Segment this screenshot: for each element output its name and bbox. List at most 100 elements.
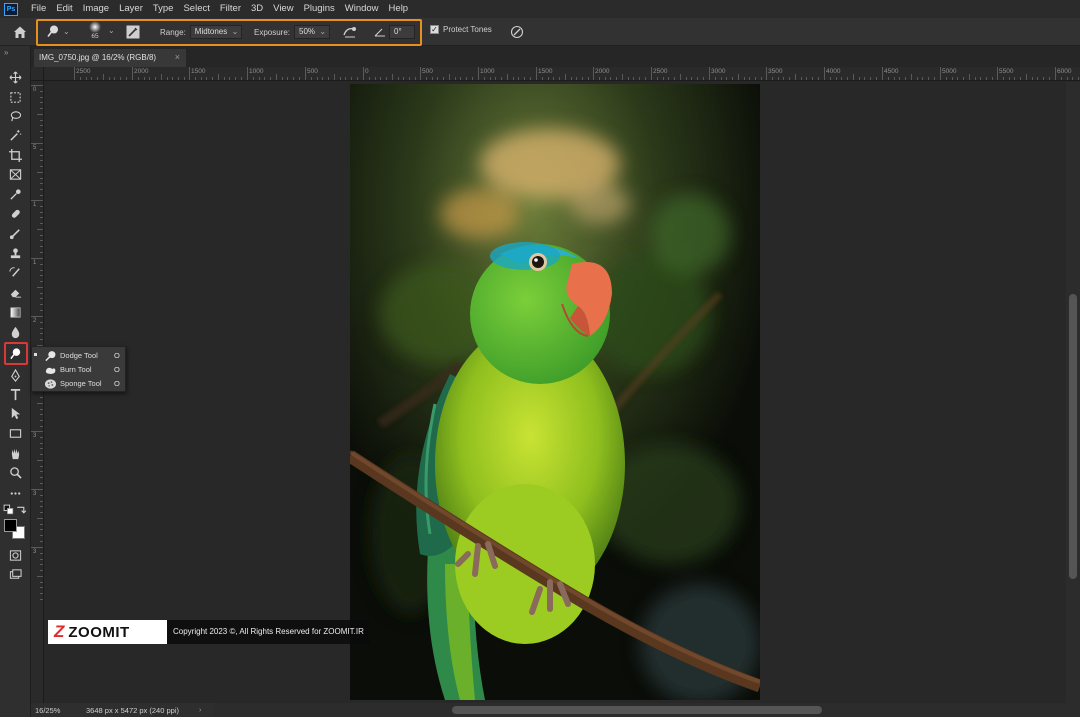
healing-brush-icon[interactable] xyxy=(7,206,24,221)
document-tab[interactable]: IMG_0750.jpg @ 16/2% (RGB/8) × xyxy=(34,49,186,67)
ruler-tick xyxy=(37,229,43,230)
crop-tool-icon[interactable] xyxy=(7,148,24,163)
ruler-tick xyxy=(229,77,230,80)
eraser-icon[interactable] xyxy=(7,285,24,300)
menu-file[interactable]: File xyxy=(26,0,51,18)
angle-icon xyxy=(374,28,385,37)
menu-help[interactable]: Help xyxy=(384,0,414,18)
horizontal-ruler[interactable]: 2500 2000 1500 1000 500 0 500 1000 1500 2000 2500 3… xyxy=(44,67,1080,81)
ruler-label: 3 xyxy=(33,433,37,439)
ruler-tick xyxy=(783,77,784,80)
menu-edit[interactable]: Edit xyxy=(51,0,77,18)
home-icon[interactable] xyxy=(12,24,28,40)
hand-tool-icon[interactable] xyxy=(7,446,24,461)
default-colors-icon[interactable] xyxy=(3,504,14,514)
vertical-scroll-thumb[interactable] xyxy=(1069,294,1077,579)
ruler-tick xyxy=(818,77,819,80)
horizontal-scroll-thumb[interactable] xyxy=(452,706,822,714)
collapse-icon[interactable]: » xyxy=(4,48,8,57)
flyout-item-sponge[interactable]: Sponge Tool O xyxy=(32,377,127,391)
zoom-tool-icon[interactable] xyxy=(7,465,24,480)
ruler-tick xyxy=(40,298,43,299)
angle-input[interactable]: 0° xyxy=(389,25,415,39)
brush-picker[interactable]: 65 xyxy=(88,21,102,40)
brush-chevron-icon[interactable]: ⌄ xyxy=(108,26,115,35)
canvas-area[interactable] xyxy=(44,82,1066,703)
brush-settings-button[interactable] xyxy=(126,25,140,39)
ruler-tick xyxy=(415,77,416,80)
vertical-ruler[interactable]: 051122333 xyxy=(31,81,44,703)
eyedropper-icon[interactable] xyxy=(7,187,24,202)
move-tool-icon[interactable] xyxy=(7,70,24,85)
menu-window[interactable]: Window xyxy=(340,0,384,18)
ruler-tick xyxy=(969,74,970,80)
quick-mask-icon[interactable] xyxy=(7,548,24,563)
menu-view[interactable]: View xyxy=(268,0,298,18)
menu-3d[interactable]: 3D xyxy=(246,0,268,18)
path-selection-icon[interactable] xyxy=(7,406,24,421)
range-dropdown[interactable]: Midtones ⌄ xyxy=(189,25,243,39)
rectangle-tool-icon[interactable] xyxy=(7,426,24,441)
zoomit-logo-name: ZOOMIT xyxy=(68,623,130,641)
ruler-tick xyxy=(588,77,589,80)
lasso-tool-icon[interactable] xyxy=(7,109,24,124)
range-control: Range: Midtones ⌄ xyxy=(160,25,243,39)
type-tool-icon[interactable] xyxy=(7,387,24,402)
protect-tones-control[interactable]: ✓ Protect Tones xyxy=(430,25,492,34)
protect-tones-checkbox[interactable]: ✓ xyxy=(430,25,439,34)
pen-tool-icon[interactable] xyxy=(7,368,24,383)
screen-mode-icon[interactable] xyxy=(7,567,24,582)
ruler-tick xyxy=(40,166,43,167)
ruler-tick xyxy=(686,77,687,80)
ruler-tick xyxy=(40,304,43,305)
ruler-tick xyxy=(928,77,929,80)
brush-tool-icon[interactable] xyxy=(7,226,24,241)
foreground-color-swatch[interactable] xyxy=(4,519,17,532)
blur-tool-icon[interactable] xyxy=(7,325,24,340)
swap-colors-icon[interactable] xyxy=(15,504,26,514)
ruler-tick xyxy=(726,77,727,80)
menu-plugins[interactable]: Plugins xyxy=(299,0,340,18)
gradient-tool-icon[interactable] xyxy=(7,305,24,320)
ruler-tick xyxy=(40,328,43,329)
menu-image[interactable]: Image xyxy=(78,0,114,18)
dodge-tool-icon[interactable] xyxy=(7,346,24,361)
menu-layer[interactable]: Layer xyxy=(114,0,148,18)
magic-wand-icon[interactable] xyxy=(7,128,24,143)
exposure-dropdown[interactable]: 50% ⌄ xyxy=(294,25,331,39)
tool-preset-picker[interactable]: ⌄ xyxy=(46,24,70,38)
ruler-tick xyxy=(40,466,43,467)
ruler-tick xyxy=(616,77,617,80)
airbrush-button[interactable] xyxy=(342,25,358,39)
flyout-item-dodge[interactable]: Dodge Tool O xyxy=(32,349,127,363)
brush-size: 65 xyxy=(91,33,99,40)
more-tools-icon[interactable] xyxy=(7,486,24,501)
flyout-label: Dodge Tool xyxy=(60,351,98,360)
horizontal-scrollbar[interactable] xyxy=(212,703,1080,717)
clone-stamp-icon[interactable] xyxy=(7,246,24,261)
status-bar: 16/25% 3648 px x 5472 px (240 ppi) › xyxy=(31,703,213,717)
ruler-tick xyxy=(841,77,842,80)
chevron-right-icon[interactable]: › xyxy=(199,705,202,714)
zoomit-logo-mark: Z xyxy=(54,622,65,641)
ruler-tick xyxy=(37,460,43,461)
menu-filter[interactable]: Filter xyxy=(215,0,246,18)
menu-type[interactable]: Type xyxy=(148,0,179,18)
history-brush-icon[interactable] xyxy=(7,265,24,280)
photoshop-logo-icon: Ps xyxy=(4,2,18,16)
ruler-tick xyxy=(460,77,461,80)
ruler-tick xyxy=(795,74,796,80)
close-icon[interactable]: × xyxy=(175,52,180,62)
flyout-label: Sponge Tool xyxy=(60,379,102,388)
frame-tool-icon[interactable] xyxy=(7,167,24,182)
ruler-tick xyxy=(40,501,43,502)
ruler-tick xyxy=(565,74,566,80)
pressure-button[interactable] xyxy=(510,25,524,39)
flyout-item-burn[interactable]: Burn Tool O xyxy=(32,363,127,377)
ruler-tick xyxy=(80,77,81,80)
vertical-scrollbar[interactable] xyxy=(1066,82,1080,703)
zoom-level[interactable]: 16/25% xyxy=(35,706,60,715)
menu-select[interactable]: Select xyxy=(178,0,214,18)
flyout-shortcut: O xyxy=(114,379,120,388)
marquee-tool-icon[interactable] xyxy=(7,90,24,105)
